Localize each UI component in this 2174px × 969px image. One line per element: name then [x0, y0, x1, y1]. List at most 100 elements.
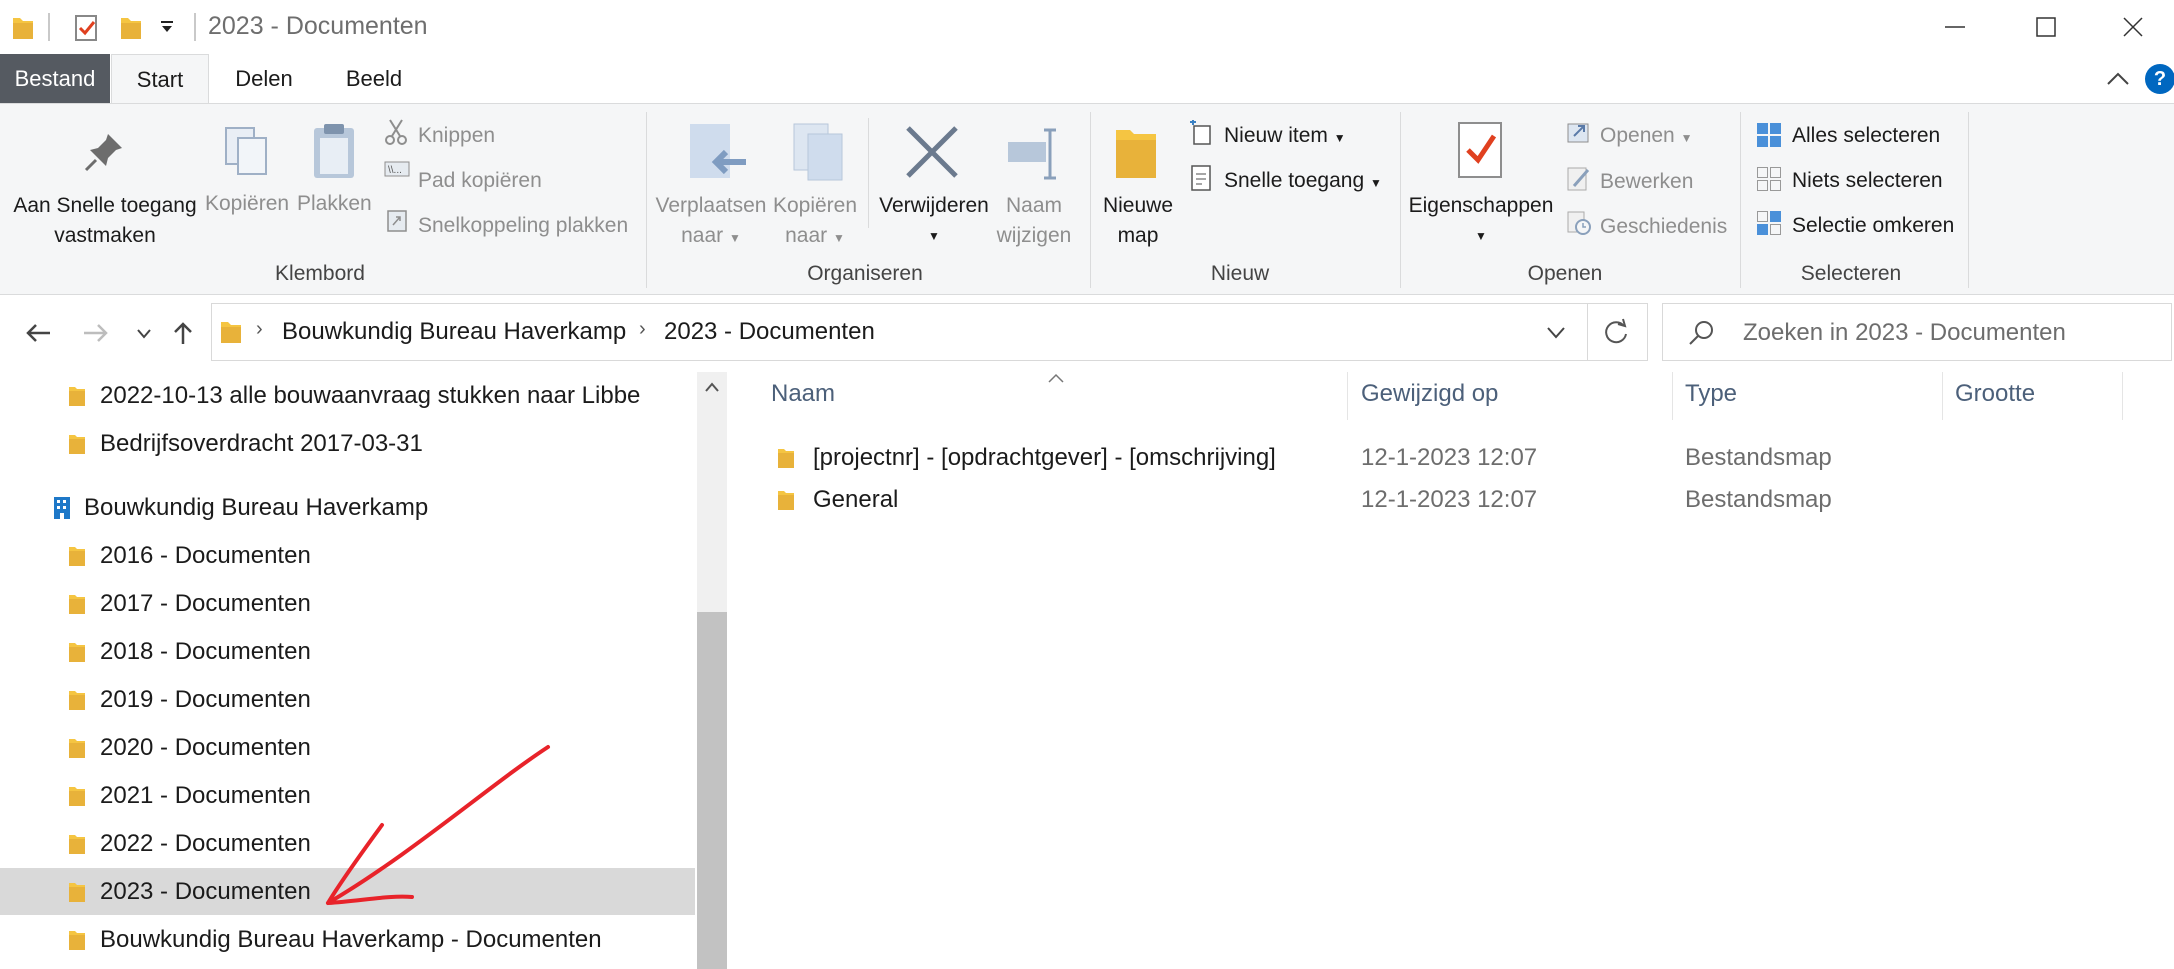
- back-icon[interactable]: [24, 322, 52, 344]
- search-input[interactable]: Zoeken in 2023 - Documenten: [1662, 303, 2172, 361]
- new-folder-button[interactable]: Nieuwe map: [1096, 191, 1180, 251]
- column-header-name[interactable]: Naam: [771, 380, 835, 408]
- nav-item-library[interactable]: Bouwkundig Bureau Haverkamp: [0, 484, 695, 531]
- separator: [48, 13, 50, 41]
- pin-icon: [84, 134, 122, 172]
- nav-item-label: 2023 - Documenten: [100, 877, 311, 905]
- properties-button[interactable]: Eigenschappen ▼: [1406, 191, 1556, 251]
- nav-item-label: 2017 - Documenten: [100, 589, 311, 617]
- nav-item-label: 2016 - Documenten: [100, 541, 311, 569]
- nav-item[interactable]: 2016 - Documenten: [0, 532, 695, 579]
- collapse-ribbon-icon[interactable]: [2106, 70, 2130, 86]
- open-label: Openen: [1600, 124, 1675, 147]
- maximize-icon: [2036, 17, 2056, 37]
- column-separator[interactable]: [1942, 372, 1943, 420]
- history-icon: [1567, 211, 1591, 235]
- select-none-icon: [1757, 167, 1781, 191]
- properties-icon: [1458, 122, 1502, 178]
- help-icon[interactable]: ?: [2145, 64, 2174, 94]
- select-none-button[interactable]: Niets selecteren: [1792, 169, 1943, 193]
- nav-item[interactable]: 2018 - Documenten: [0, 628, 695, 675]
- nav-item[interactable]: 2019 - Documenten: [0, 676, 695, 723]
- close-button[interactable]: [2092, 0, 2174, 54]
- up-icon[interactable]: [172, 320, 194, 346]
- file-modified: 12-1-2023 12:07: [1361, 486, 1538, 513]
- folder-icon: [69, 594, 85, 614]
- dropdown-arrow-icon: ▼: [1333, 131, 1346, 145]
- tab-delen[interactable]: Delen: [209, 54, 319, 104]
- invert-selection-button[interactable]: Selectie omkeren: [1792, 214, 1954, 238]
- address-history-icon[interactable]: [1546, 326, 1566, 340]
- cut-button[interactable]: Knippen: [418, 124, 495, 148]
- move-label-2: naar ▼: [652, 221, 770, 253]
- separator: [194, 13, 196, 41]
- column-header-modified[interactable]: Gewijzigd op: [1361, 380, 1498, 408]
- new-item-icon: [1190, 120, 1211, 145]
- properties-qa-icon[interactable]: [74, 14, 100, 42]
- breadcrumb-item[interactable]: Bouwkundig Bureau Haverkamp: [282, 318, 626, 346]
- nav-item[interactable]: 2022-10-13 alle bouwaanvraag stukken naa…: [0, 372, 695, 419]
- chevron-right-icon[interactable]: ›: [256, 318, 263, 341]
- nav-item-label: 2020 - Documenten: [100, 733, 311, 761]
- select-all-button[interactable]: Alles selecteren: [1792, 124, 1940, 148]
- rename-button[interactable]: Naam wijzigen: [994, 191, 1074, 251]
- tab-beeld[interactable]: Beeld: [319, 54, 429, 104]
- file-name: General: [813, 486, 899, 513]
- move-to-button[interactable]: Verplaatsen naar ▼: [652, 191, 770, 253]
- new-folder-qa-icon[interactable]: [120, 14, 142, 40]
- breadcrumb-item[interactable]: 2023 - Documenten: [664, 318, 875, 346]
- group-label-organiseren: Organiseren: [807, 262, 923, 285]
- move-label-2-text: naar: [681, 224, 724, 247]
- nav-item-label: Bedrijfsoverdracht 2017-03-31: [100, 429, 423, 457]
- new-folder-label-1: Nieuwe: [1102, 194, 1174, 217]
- nav-item[interactable]: Bouwkundig Bureau Haverkamp - Documenten: [0, 916, 695, 963]
- folder-icon: [69, 690, 85, 710]
- file-name: [projectnr] - [opdrachtgever] - [omschri…: [813, 444, 1276, 471]
- chevron-right-icon[interactable]: ›: [639, 318, 646, 341]
- folder-icon: [69, 642, 85, 662]
- refresh-icon[interactable]: [1602, 318, 1630, 346]
- address-bar[interactable]: › Bouwkundig Bureau Haverkamp › 2023 - D…: [211, 303, 1648, 361]
- copy-to-button[interactable]: Kopiëren naar ▼: [768, 191, 862, 253]
- easy-access-button[interactable]: Snelle toegang ▼: [1224, 169, 1382, 193]
- nav-item[interactable]: 2017 - Documenten: [0, 580, 695, 627]
- rename-label-2: wijzigen: [996, 224, 1072, 247]
- edit-button[interactable]: Bewerken: [1600, 170, 1693, 194]
- nav-scrollbar-thumb[interactable]: [697, 612, 727, 969]
- paste-button[interactable]: Plakken: [297, 192, 372, 216]
- edit-icon: [1567, 167, 1590, 191]
- dropdown-arrow-icon: ▼: [928, 229, 940, 243]
- ribbon: Aan Snelle toegang vastmaken Kopiëren Pl…: [0, 103, 2174, 295]
- column-header-size[interactable]: Grootte: [1955, 380, 2035, 408]
- maximize-button[interactable]: [2000, 0, 2092, 54]
- nav-item[interactable]: Bedrijfsoverdracht 2017-03-31: [0, 420, 695, 467]
- copy-button[interactable]: Kopiëren: [205, 192, 289, 216]
- scroll-up-icon[interactable]: [705, 382, 719, 392]
- column-separator[interactable]: [1347, 372, 1348, 420]
- properties-label: Eigenschappen: [1408, 194, 1554, 217]
- history-button[interactable]: Geschiedenis: [1600, 215, 1727, 239]
- forward-icon[interactable]: [82, 322, 110, 344]
- table-row[interactable]: [projectnr] - [opdrachtgever] - [omschri…: [760, 438, 2160, 480]
- select-all-icon: [1757, 123, 1781, 147]
- file-modified: 12-1-2023 12:07: [1361, 444, 1538, 471]
- new-item-button[interactable]: Nieuw item ▼: [1224, 124, 1346, 148]
- recent-locations-icon[interactable]: [136, 328, 152, 340]
- table-row[interactable]: General 12-1-2023 12:07 Bestandsmap: [760, 480, 2160, 522]
- tab-bestand[interactable]: Bestand: [0, 54, 110, 104]
- rename-icon: [1008, 128, 1056, 180]
- column-separator[interactable]: [2122, 372, 2123, 420]
- column-header-type[interactable]: Type: [1685, 380, 1737, 408]
- tab-start[interactable]: Start: [111, 54, 209, 104]
- pin-quick-access-button[interactable]: Aan Snelle toegang vastmaken: [4, 191, 206, 251]
- group-separator: [1968, 112, 1969, 288]
- copy-path-button[interactable]: Pad kopiëren: [418, 169, 542, 193]
- delete-button[interactable]: Verwijderen ▼: [876, 191, 992, 251]
- open-button[interactable]: Openen ▼: [1600, 124, 1692, 148]
- nav-item-label: Bouwkundig Bureau Haverkamp - Documenten: [100, 925, 602, 953]
- customize-qa-icon[interactable]: [160, 20, 174, 34]
- column-separator[interactable]: [1672, 372, 1673, 420]
- minimize-button[interactable]: [1909, 0, 2001, 54]
- copy-path-icon: \\...: [384, 161, 410, 177]
- paste-shortcut-button[interactable]: Snelkoppeling plakken: [418, 214, 628, 238]
